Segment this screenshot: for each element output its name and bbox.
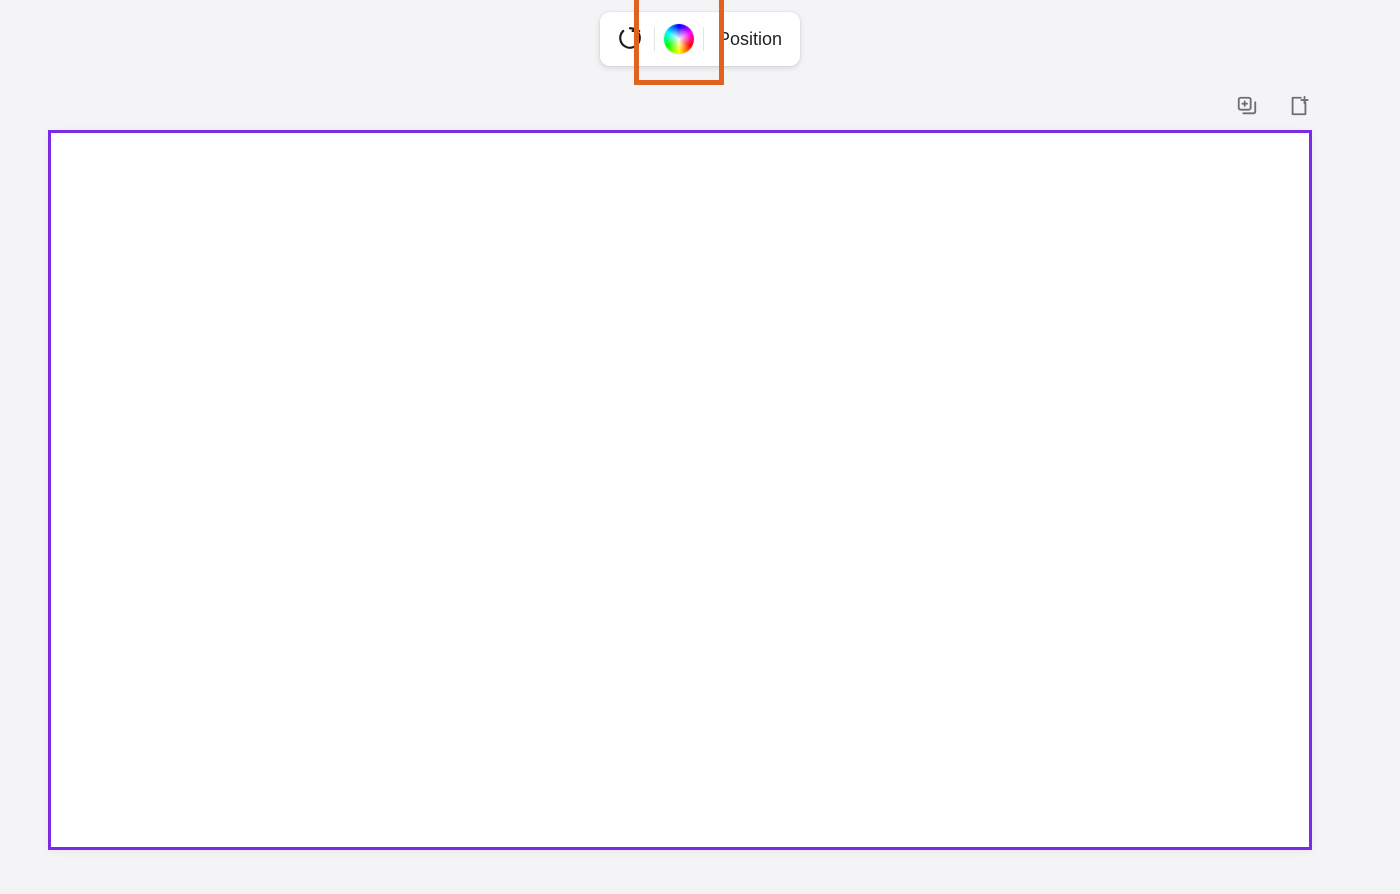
position-label: Position <box>718 29 782 50</box>
toolbar-separator <box>654 27 655 51</box>
duplicate-page-button[interactable] <box>1234 94 1260 120</box>
color-wheel-icon <box>664 24 694 54</box>
color-picker-button[interactable] <box>659 19 699 59</box>
floating-toolbar: Position <box>600 12 800 66</box>
position-button[interactable]: Position <box>708 19 790 59</box>
design-canvas[interactable] <box>48 130 1312 850</box>
add-page-icon <box>1288 95 1310 120</box>
refresh-plus-icon <box>617 25 643 54</box>
toolbar-separator <box>703 27 704 51</box>
regenerate-button[interactable] <box>610 19 650 59</box>
page-actions <box>1234 94 1312 120</box>
add-page-button[interactable] <box>1286 94 1312 120</box>
duplicate-page-icon <box>1236 95 1258 120</box>
color-picker-wrap <box>659 19 699 59</box>
